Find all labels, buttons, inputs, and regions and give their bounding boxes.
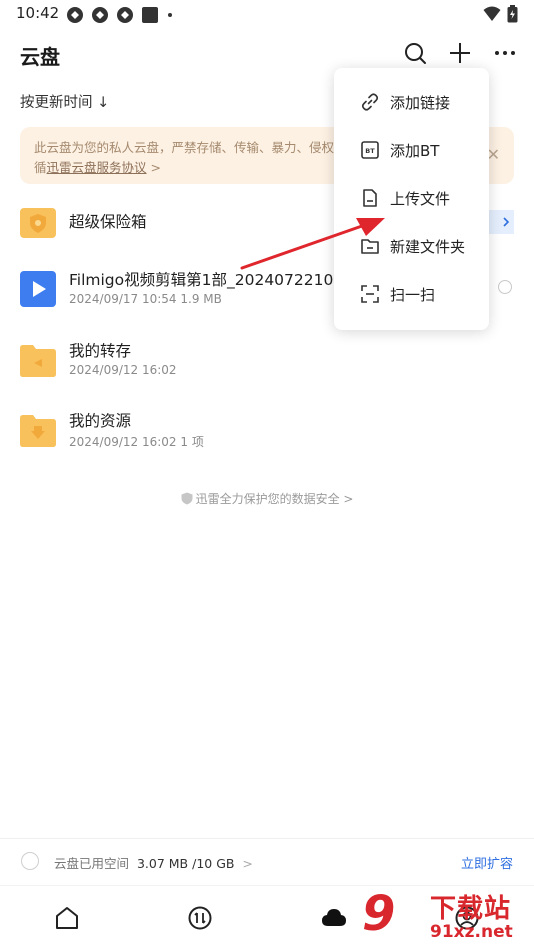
home-tab-icon[interactable] — [54, 905, 80, 931]
storage-value: 3.07 MB /10 GB — [136, 856, 235, 871]
expand-storage-button[interactable]: 立即扩容 — [461, 853, 513, 872]
transfer-tab-icon[interactable] — [187, 905, 213, 931]
cloud-tab-icon[interactable] — [321, 905, 347, 931]
storage-indicator — [21, 852, 39, 870]
divider — [0, 838, 534, 839]
watermark-mark: 9 — [362, 886, 396, 942]
storage-label: 云盘已用空间 — [54, 856, 130, 871]
storage-usage[interactable]: 云盘已用空间 3.07 MB /10 GB > — [54, 853, 253, 872]
watermark-logo: 9 下载站 91xz.net — [358, 886, 534, 950]
storage-chevron: > — [242, 856, 253, 871]
watermark-title: 下载站 — [430, 894, 512, 924]
watermark-url: 91xz.net — [430, 922, 513, 942]
annotation-arrow — [240, 218, 385, 270]
